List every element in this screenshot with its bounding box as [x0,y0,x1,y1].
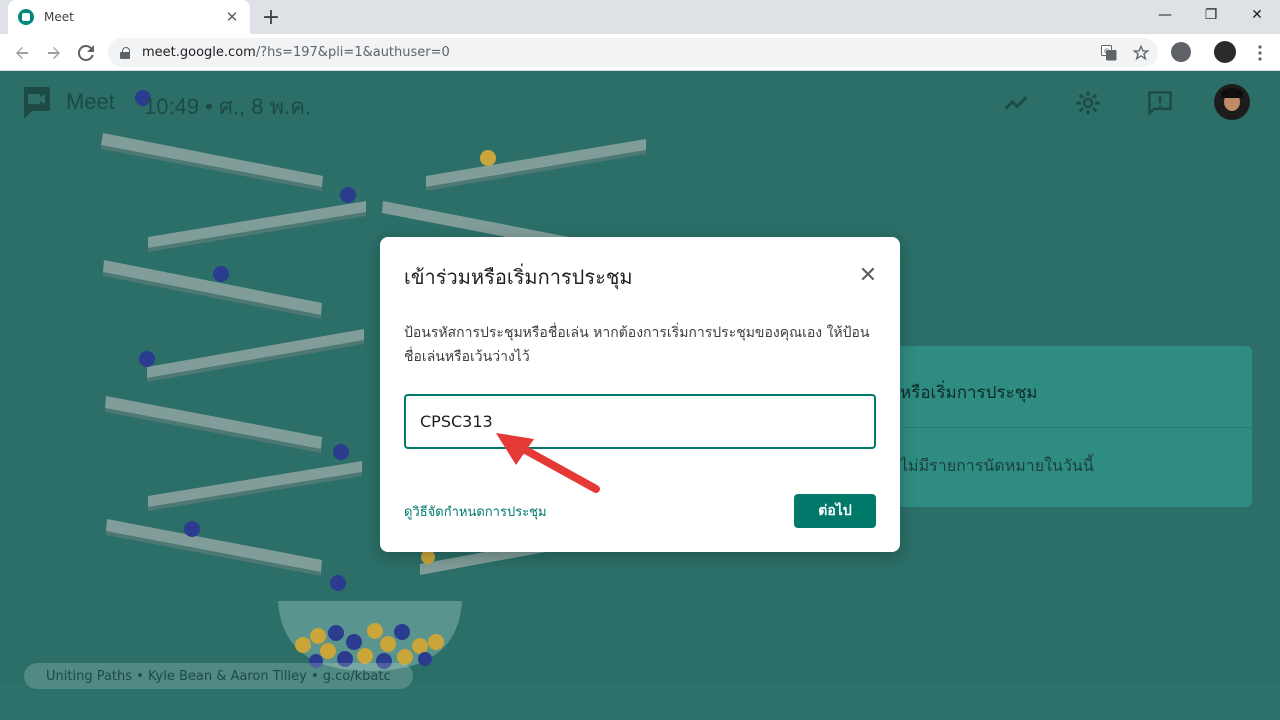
join-or-start-label: หรือเริ่มการประชุม [900,383,1038,403]
star-icon[interactable] [1132,44,1150,62]
annotation-arrow-icon [496,433,600,493]
lock-icon [120,46,130,59]
account-avatar[interactable] [1214,84,1250,120]
restore-button[interactable]: ❐ [1188,0,1234,30]
window-controls: — ❐ ✕ [1142,0,1280,30]
tab-title: Meet [44,10,74,24]
meet-favicon-icon [18,9,34,25]
forward-button[interactable] [40,39,68,67]
translate-icon[interactable]: G [1100,44,1118,62]
minimize-button[interactable]: — [1142,0,1188,30]
arrow-right-icon [48,47,60,59]
meeting-code-input[interactable] [404,394,876,449]
join-meeting-dialog: เข้าร่วมหรือเริ่มการประชุม ✕ ป้อนรหัสการ… [380,237,900,552]
svg-text:G: G [1104,48,1109,56]
meet-header: Meet 10:49 • ศ., 8 พ.ค. [0,71,1280,135]
back-button[interactable] [8,39,36,67]
artwork-credit[interactable]: Uniting Paths • Kyle Bean & Aaron Tilley… [24,663,413,689]
tab-close-icon[interactable]: ✕ [224,8,240,26]
browser-toolbar: meet.google.com/?hs=197&pli=1&authuser=0… [0,34,1280,71]
extension-icon[interactable] [1171,42,1191,62]
new-tab-button[interactable]: + [258,4,284,30]
close-window-button[interactable]: ✕ [1234,0,1280,30]
bottom-strip [0,684,1280,720]
dialog-title: เข้าร่วมหรือเริ่มการประชุม [404,265,633,289]
schedule-help-link[interactable]: ดูวิธีจัดกำหนดการประชุม [404,501,547,522]
url-text: meet.google.com/?hs=197&pli=1&authuser=0 [142,45,450,60]
profile-avatar[interactable] [1214,41,1236,63]
reload-icon [78,45,94,61]
browser-tabstrip: Meet ✕ + — ❐ ✕ [0,0,1280,34]
meet-clock: 10:49 • ศ., 8 พ.ค. [144,94,312,119]
no-meetings-label: ไม่มีรายการนัดหมายในวันนี้ [900,456,1094,475]
dialog-description: ป้อนรหัสการประชุมหรือชื่อเล่น หากต้องการ… [404,325,870,365]
reload-button[interactable] [72,39,100,67]
dialog-close-icon[interactable]: ✕ [856,263,880,288]
chrome-menu-icon[interactable] [1246,39,1274,67]
browser-tab-meet[interactable]: Meet ✕ [8,0,250,34]
arrow-left-icon [16,47,28,59]
meeting-side-card: หรือเริ่มการประชุม ไม่มีรายการนัดหมายในว… [870,346,1252,507]
gear-icon[interactable] [1074,89,1102,117]
meet-logo-icon [24,87,50,119]
address-bar[interactable]: meet.google.com/?hs=197&pli=1&authuser=0… [108,38,1158,67]
trending-icon[interactable] [1002,89,1030,117]
continue-button[interactable]: ต่อไป [794,494,876,528]
feedback-icon[interactable] [1146,89,1174,117]
meet-wordmark: Meet [66,89,115,114]
